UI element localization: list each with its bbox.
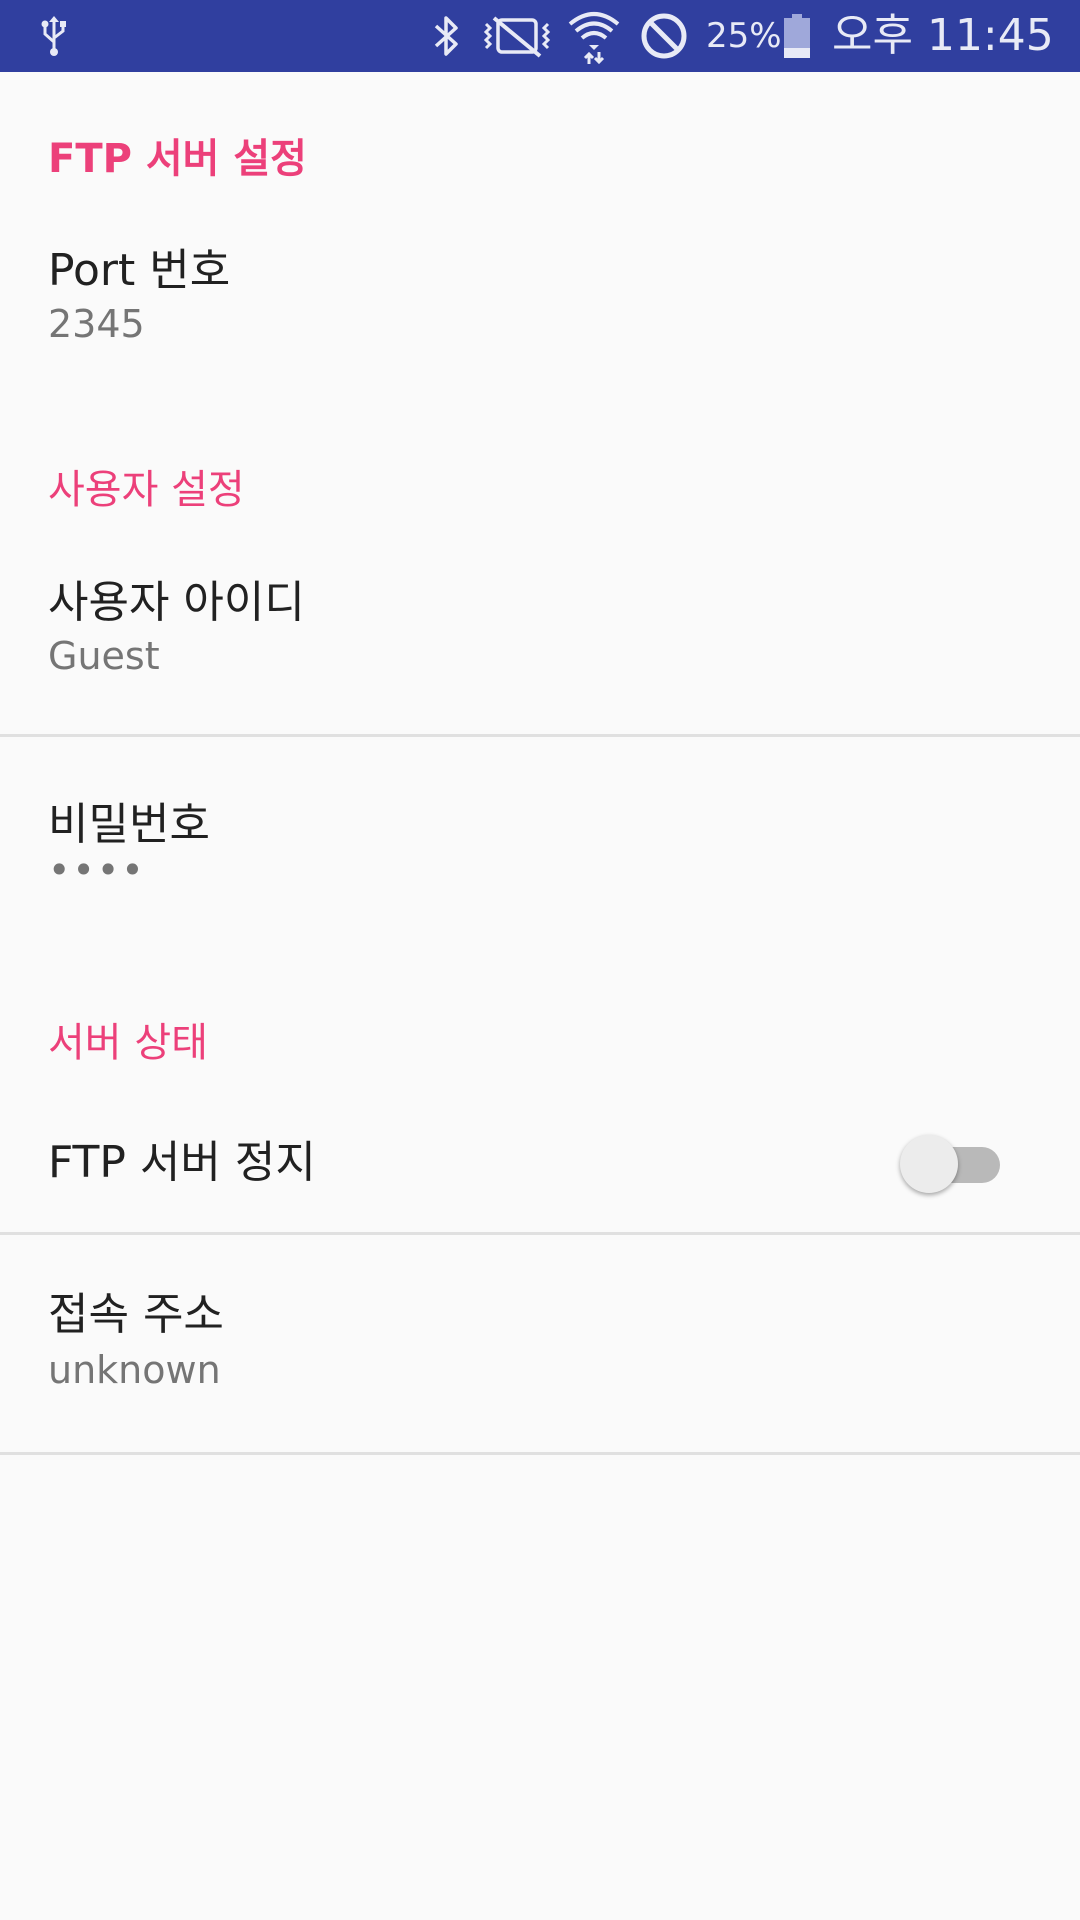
- password-preference[interactable]: 비밀번호 ••••: [0, 738, 1080, 908]
- clock: 오후 11:45: [832, 10, 1054, 61]
- ftp-server-toggle-preference[interactable]: FTP 서버 정지: [0, 1092, 1080, 1238]
- category-user-settings: 사용자 설정: [48, 467, 245, 513]
- status-bar: 25% 오후 11:45: [0, 0, 1080, 72]
- connection-address-preference[interactable]: 접속 주소 unknown: [0, 1236, 1080, 1454]
- vibrate-mute-icon: [480, 0, 554, 72]
- ftp-server-stop-title: FTP 서버 정지: [48, 1137, 316, 1188]
- battery-percent: 25%: [706, 16, 782, 56]
- connection-address-title: 접속 주소: [48, 1289, 224, 1340]
- password-title: 비밀번호: [48, 799, 210, 850]
- divider: [0, 734, 1080, 737]
- category-ftp-server-settings: FTP 서버 설정: [48, 136, 307, 182]
- battery-icon: [780, 0, 814, 72]
- usb-icon: [34, 0, 74, 72]
- category-server-status: 서버 상태: [48, 1020, 208, 1066]
- password-value: ••••: [48, 848, 146, 892]
- user-id-value: Guest: [48, 634, 160, 678]
- user-id-title: 사용자 아이디: [48, 577, 305, 628]
- port-number-value: 2345: [48, 302, 145, 346]
- divider: [0, 1452, 1080, 1455]
- ftp-server-switch[interactable]: [900, 1130, 1000, 1193]
- divider: [0, 1232, 1080, 1235]
- connection-address-value: unknown: [48, 1348, 221, 1392]
- port-number-preference[interactable]: Port 번호 2345: [0, 212, 1080, 382]
- wifi-icon: [566, 0, 622, 72]
- switch-thumb: [900, 1135, 958, 1193]
- bluetooth-icon: [426, 0, 466, 72]
- port-number-title: Port 번호: [48, 245, 231, 296]
- settings-list: FTP 서버 설정 Port 번호 2345 사용자 설정 사용자 아이디 Gu…: [0, 72, 1080, 1920]
- user-id-preference[interactable]: 사용자 아이디 Guest: [0, 544, 1080, 732]
- do-not-disturb-icon: [638, 0, 690, 72]
